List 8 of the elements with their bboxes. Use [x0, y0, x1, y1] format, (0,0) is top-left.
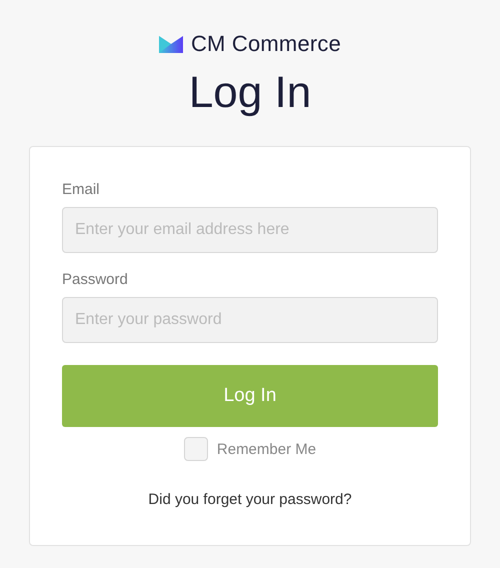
checkbox[interactable]: [184, 437, 208, 461]
checkbox-label: Remember Me: [216, 440, 316, 458]
forgot-password-link[interactable]: Did you forget your password?: [148, 491, 352, 508]
field-label: Email: [62, 181, 100, 199]
brand-name: CM Commerce: [190, 31, 342, 57]
field-label: Password: [62, 271, 128, 289]
page-title: Log In: [188, 67, 312, 119]
logo-icon: [158, 36, 183, 52]
